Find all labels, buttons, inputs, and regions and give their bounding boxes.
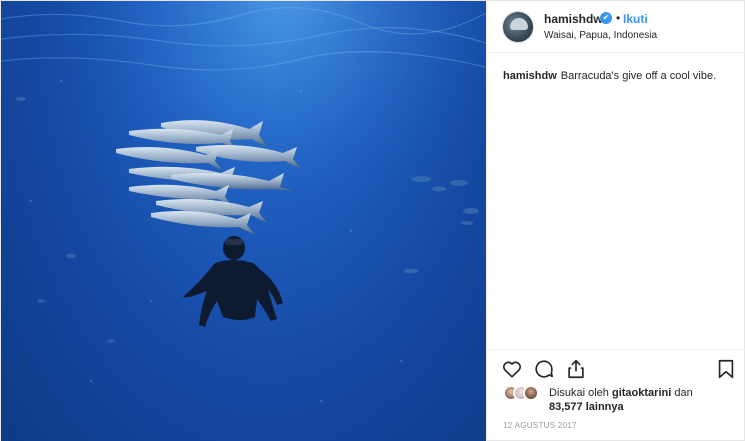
post-date[interactable]: 12 AGUSTUS 2017 bbox=[503, 421, 577, 430]
post-actions: Disukai oleh gitaoktarini dan 83,577 lai… bbox=[487, 349, 745, 441]
avatar-image bbox=[510, 18, 528, 30]
location-link[interactable]: Waisai, Papua, Indonesia bbox=[544, 30, 657, 41]
underwater-scene bbox=[1, 1, 486, 441]
liker-avatars[interactable] bbox=[503, 385, 543, 403]
header-separator: • bbox=[616, 11, 621, 25]
post-photo[interactable] bbox=[1, 1, 486, 441]
caption-username[interactable]: hamishdw bbox=[503, 70, 557, 82]
caption-text: Barracuda's give off a cool vibe. bbox=[560, 70, 717, 82]
post-header: hamishdw ✔ • Ikuti Waisai, Papua, Indone… bbox=[487, 1, 745, 53]
post-caption: hamishdw Barracuda's give off a cool vibe… bbox=[503, 69, 733, 83]
comment-icon[interactable] bbox=[533, 358, 555, 380]
likes-suffix[interactable]: lainnya bbox=[586, 401, 624, 413]
author-username[interactable]: hamishdw bbox=[544, 12, 603, 26]
heart-icon[interactable] bbox=[501, 358, 523, 380]
liker-avatar bbox=[523, 385, 539, 401]
likes-count[interactable]: 83,577 bbox=[549, 401, 583, 413]
follow-button[interactable]: Ikuti bbox=[623, 12, 648, 26]
likes-prefix: Disukai oleh bbox=[549, 387, 609, 399]
bookmark-icon[interactable] bbox=[715, 358, 737, 380]
share-icon[interactable] bbox=[565, 358, 587, 380]
verified-badge-icon: ✔ bbox=[600, 12, 612, 24]
likes-connector: dan bbox=[674, 387, 693, 399]
likes-summary: Disukai oleh gitaoktarini dan 83,577 lai… bbox=[549, 386, 739, 414]
liker-username[interactable]: gitaoktarini bbox=[612, 387, 671, 399]
post-side-panel: hamishdw ✔ • Ikuti Waisai, Papua, Indone… bbox=[486, 1, 745, 441]
instagram-post: hamishdw ✔ • Ikuti Waisai, Papua, Indone… bbox=[0, 0, 745, 441]
avatar[interactable] bbox=[502, 11, 534, 43]
